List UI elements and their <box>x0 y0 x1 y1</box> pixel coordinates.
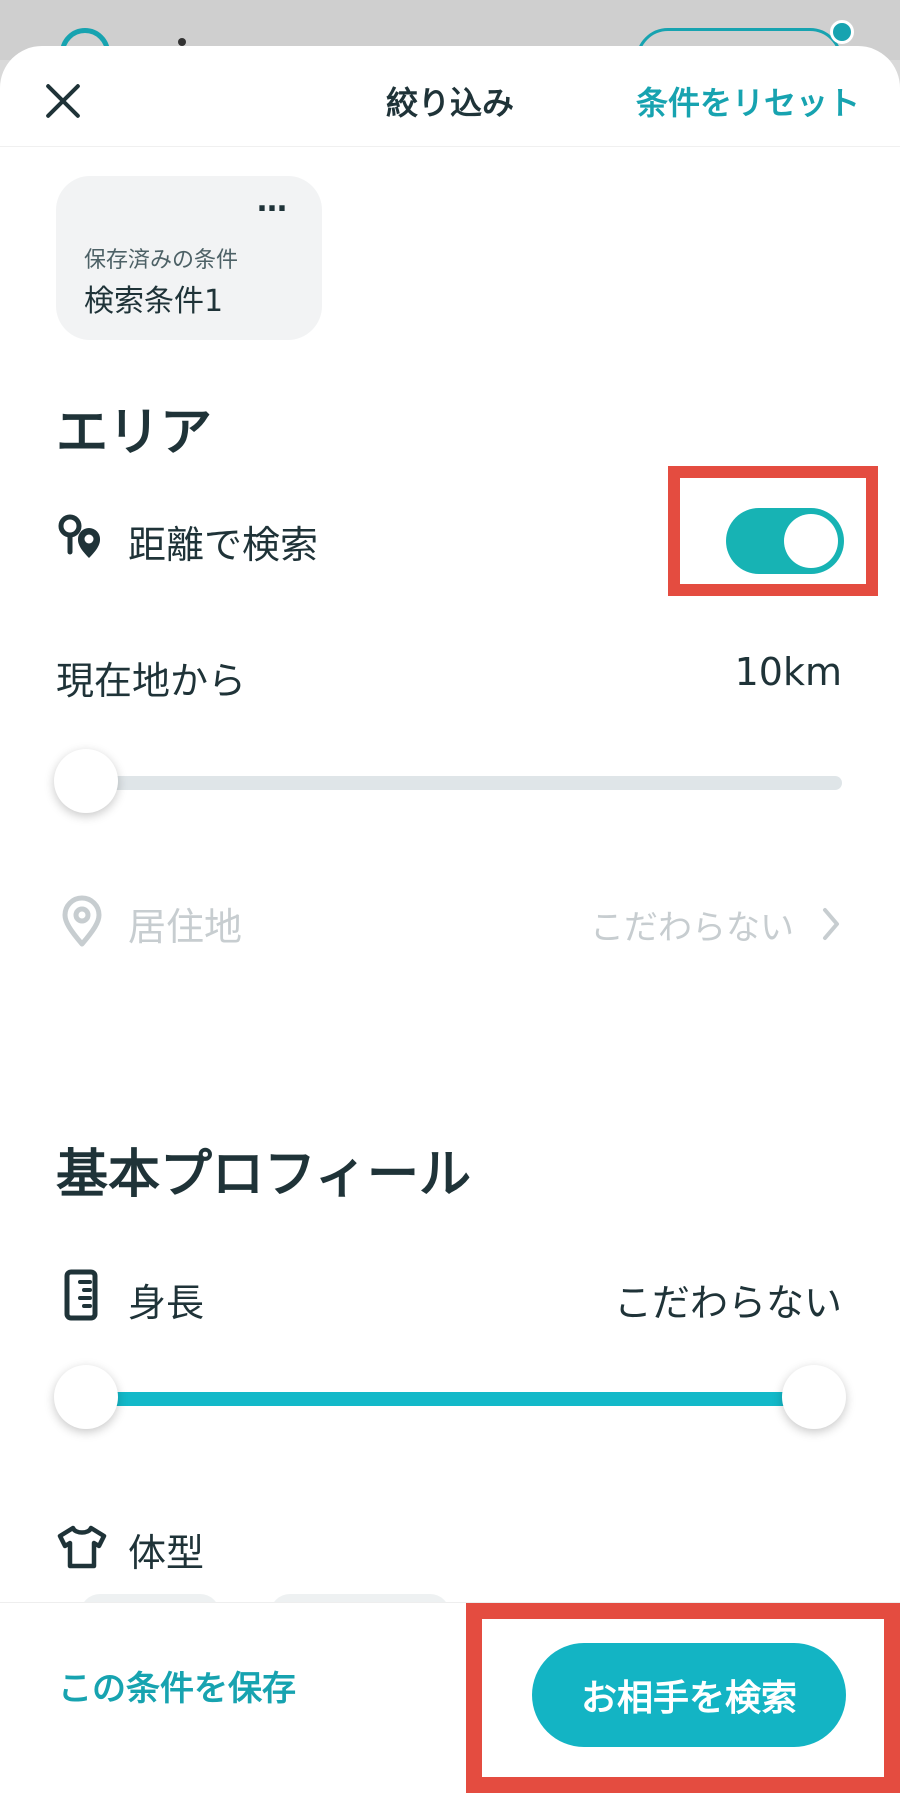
ruler-icon <box>64 1269 98 1321</box>
save-condition-button[interactable]: この条件を保存 <box>58 1661 296 1710</box>
height-label: 身長 <box>128 1281 205 1325</box>
height-slider-max-knob[interactable] <box>782 1365 846 1429</box>
height-value: こだわらない <box>613 1281 842 1325</box>
residence-label: 居住地 <box>128 905 243 949</box>
reset-button[interactable]: 条件をリセット <box>636 78 860 124</box>
saved-condition-card[interactable]: … 保存済みの条件 検索条件1 <box>56 176 322 340</box>
distance-search-label: 距離で検索 <box>128 523 319 567</box>
residence-value[interactable]: こだわらない <box>590 900 794 949</box>
shirt-icon <box>57 1525 107 1569</box>
from-current-value: 10km <box>734 650 842 694</box>
filter-sheet: 絞り込み 条件をリセット … 保存済みの条件 検索条件1 エリア 距離で検索 現… <box>0 46 900 1794</box>
location-pin-icon <box>62 895 102 947</box>
toggle-knob <box>784 514 838 568</box>
distance-pin-icon <box>58 514 100 558</box>
height-slider-fill <box>86 1392 812 1406</box>
distance-slider-track[interactable] <box>66 776 842 790</box>
saved-condition-label: 保存済みの条件 <box>84 248 239 273</box>
height-slider-min-knob[interactable] <box>54 1365 118 1429</box>
saved-condition-name: 検索条件1 <box>84 284 224 319</box>
sheet-header: 絞り込み 条件をリセット <box>0 46 900 147</box>
area-section-title: エリア <box>56 403 213 463</box>
background-badge <box>830 20 854 44</box>
search-partners-button[interactable]: お相手を検索 <box>532 1643 846 1747</box>
background-dot <box>178 38 186 46</box>
basic-profile-section-title: 基本プロフィール <box>56 1145 471 1205</box>
distance-slider-knob[interactable] <box>54 749 118 813</box>
chevron-right-icon[interactable] <box>820 906 842 942</box>
from-current-label: 現在地から <box>56 659 247 703</box>
footer-bar: この条件を保存 お相手を検索 <box>0 1602 900 1794</box>
body-type-label: 体型 <box>128 1531 205 1575</box>
distance-search-toggle[interactable] <box>726 508 844 574</box>
more-icon[interactable]: … <box>257 184 288 219</box>
